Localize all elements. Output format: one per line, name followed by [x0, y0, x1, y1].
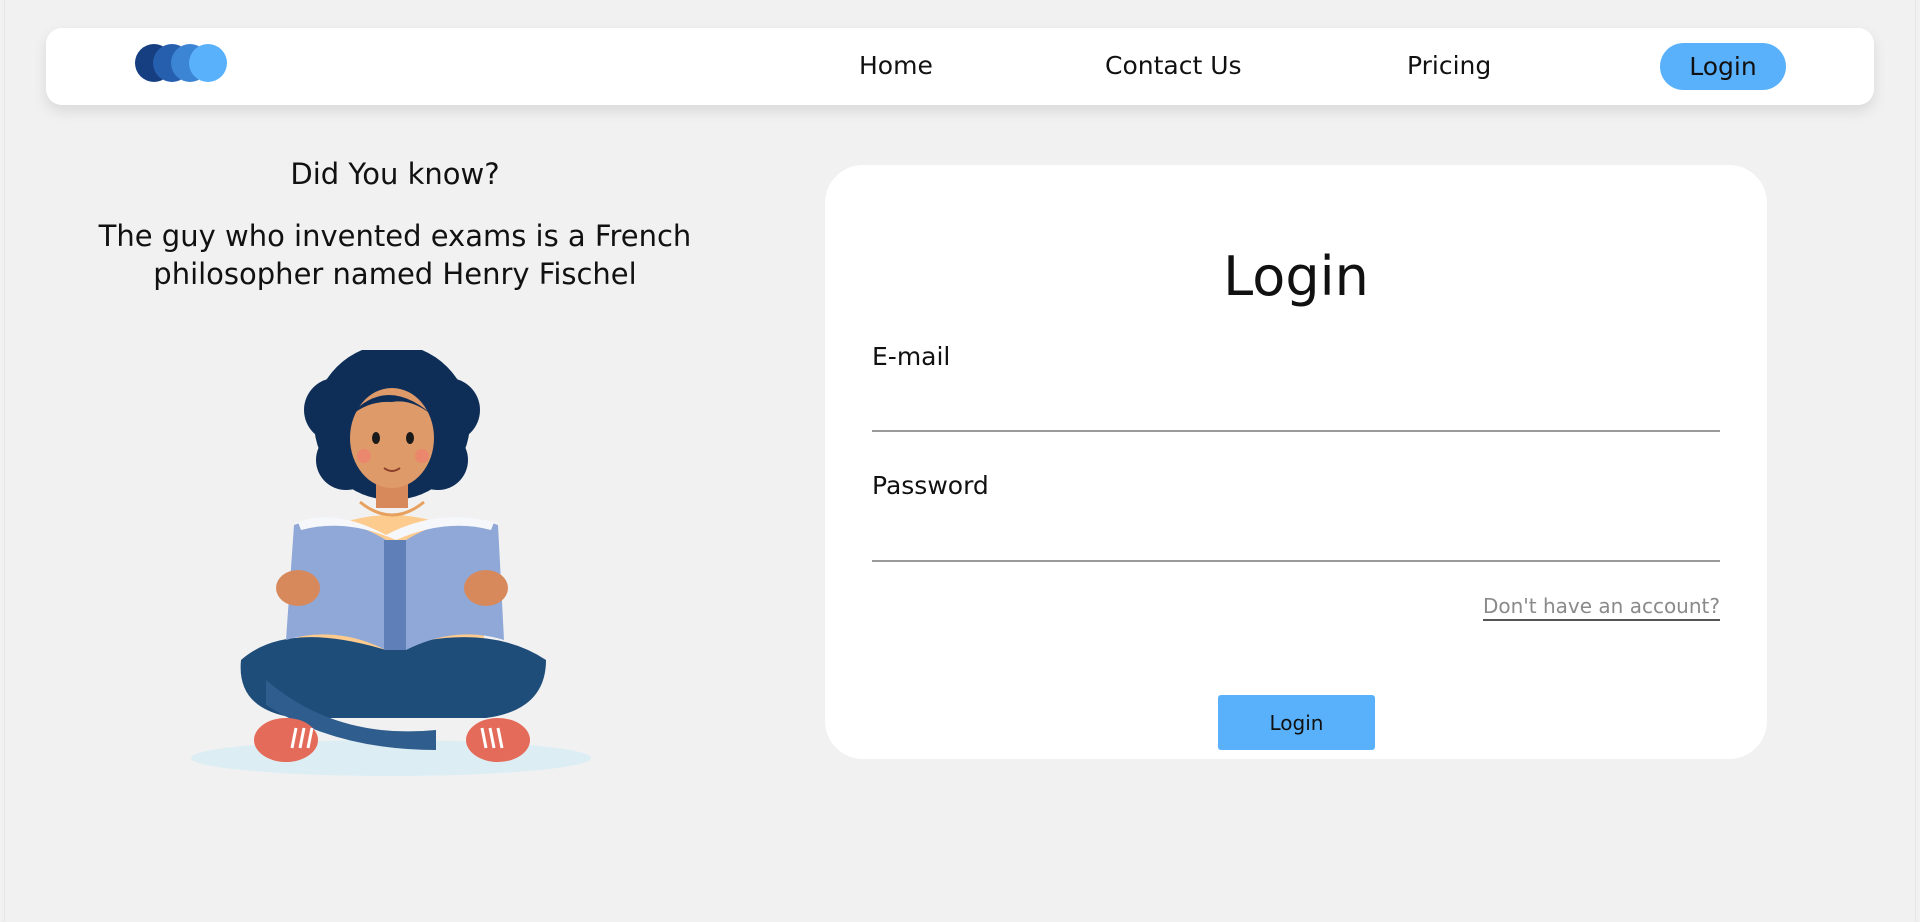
nav-contact-link[interactable]: Contact Us	[1105, 50, 1242, 82]
password-field[interactable]	[872, 518, 1720, 562]
password-label: Password	[872, 471, 989, 500]
email-field[interactable]	[872, 388, 1720, 432]
nav-pricing-link[interactable]: Pricing	[1407, 50, 1491, 82]
fact-body: The guy who invented exams is a French p…	[98, 219, 692, 291]
login-card: Login E-mail Password Don't have an acco…	[825, 165, 1767, 759]
logo-icon[interactable]	[135, 44, 227, 82]
login-submit-button[interactable]: Login	[1218, 695, 1375, 750]
email-label: E-mail	[872, 342, 951, 371]
logo-circle-4	[189, 44, 227, 82]
navbar: Home Contact Us Pricing Login	[46, 28, 1874, 105]
reading-girl-illustration	[191, 350, 591, 776]
signup-link[interactable]: Don't have an account?	[1482, 593, 1720, 621]
login-title: Login	[1223, 245, 1369, 308]
fact-heading: Did You know?	[290, 157, 500, 191]
nav-login-button[interactable]: Login	[1660, 43, 1786, 90]
fact-section: Did You know? The guy who invented exams…	[0, 155, 790, 293]
nav-home-link[interactable]: Home	[859, 50, 933, 82]
